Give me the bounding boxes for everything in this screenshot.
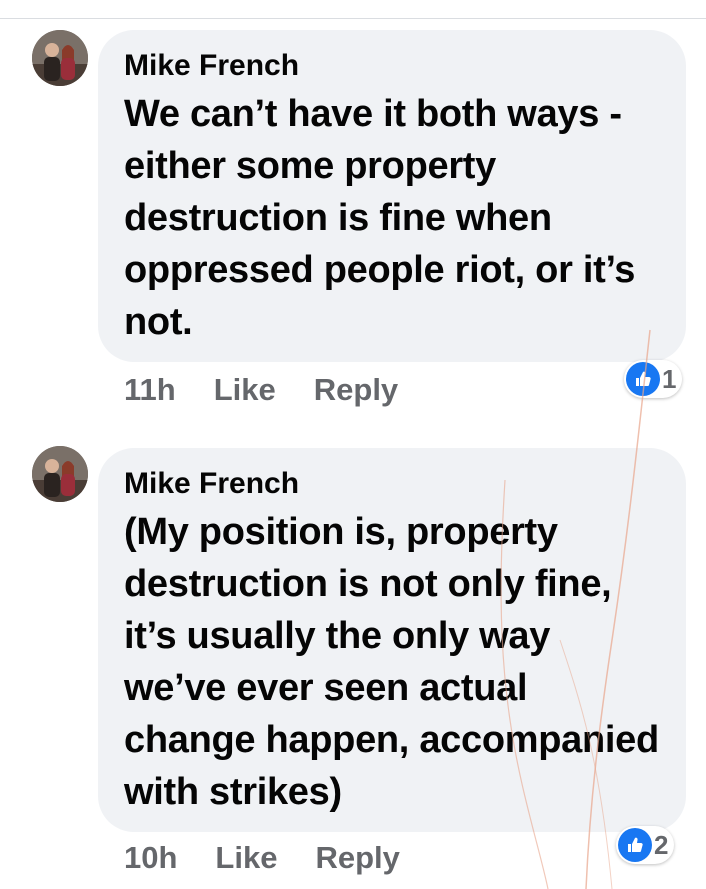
reaction-count: 1 xyxy=(662,363,677,394)
comment-actions: 10h Like Reply xyxy=(124,840,400,876)
comment-text: We can’t have it both ways - either some… xyxy=(124,93,636,343)
avatar[interactable] xyxy=(32,446,88,502)
reaction-count: 2 xyxy=(654,829,669,860)
comment-author[interactable]: Mike French xyxy=(124,48,660,84)
comment-bubble: Mike French (My position is, property de… xyxy=(98,448,686,832)
like-button[interactable]: Like xyxy=(214,372,276,408)
thumbs-up-icon xyxy=(618,828,652,862)
comment-text: (My position is, property destruction is… xyxy=(124,511,659,813)
comment-timestamp[interactable]: 10h xyxy=(124,840,177,876)
avatar[interactable] xyxy=(32,30,88,86)
comment-bubble: Mike French We can’t have it both ways -… xyxy=(98,30,686,362)
top-divider xyxy=(0,18,706,19)
reaction-badge[interactable]: 1 xyxy=(624,360,683,398)
reply-button[interactable]: Reply xyxy=(314,372,398,408)
reply-button[interactable]: Reply xyxy=(315,840,399,876)
comment-author[interactable]: Mike French xyxy=(124,466,660,502)
reaction-badge[interactable]: 2 xyxy=(616,826,675,864)
thumbs-up-icon xyxy=(626,362,660,396)
like-button[interactable]: Like xyxy=(215,840,277,876)
comment-actions: 11h Like Reply xyxy=(124,372,398,408)
comment-timestamp[interactable]: 11h xyxy=(124,372,176,408)
